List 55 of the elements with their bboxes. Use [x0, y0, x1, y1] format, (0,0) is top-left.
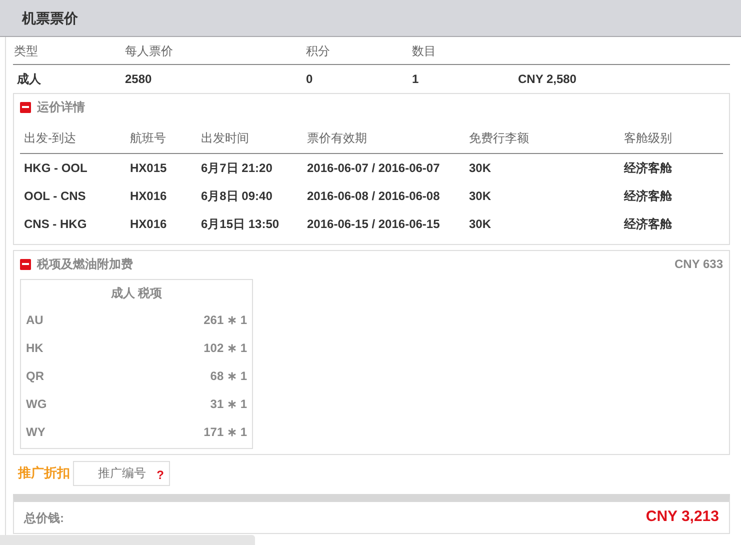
table-cell-text: 6月8日 09:40: [201, 188, 274, 205]
column-header: 出发时间: [201, 130, 250, 147]
table-cell-text: HX016: [130, 188, 168, 205]
total-amount: CNY 3,213: [646, 507, 719, 528]
section-title: 机票票价: [22, 8, 78, 28]
column-header: 票价有效期: [307, 130, 368, 147]
column-header: 出发-到达: [24, 130, 77, 147]
table-cell-text: OOL - CNS: [24, 188, 87, 205]
collapse-icon[interactable]: [20, 258, 31, 270]
column-header: 类型: [14, 42, 39, 60]
table-cell-text: CNS - HKG: [24, 216, 88, 233]
table-cell-text: HKG - OOL: [24, 160, 88, 177]
table-cell-text: 2016-06-15 / 2016-06-15: [307, 216, 441, 233]
table-cell-text: 102 ∗ 1: [204, 340, 247, 357]
table-cell-text: AU: [26, 312, 44, 329]
column-header: 积分: [306, 42, 331, 60]
table-cell-text: HX016: [130, 216, 168, 233]
column-header: 客舱级别: [624, 130, 673, 147]
table-title: 成人 税项: [110, 285, 162, 302]
table-cell-text: 2016-06-08 / 2016-06-08: [307, 188, 441, 205]
tax-amount: CNY 633: [674, 256, 723, 273]
table-cell-text: 68 ∗ 1: [210, 368, 247, 385]
table-cell-text: WY: [26, 424, 46, 441]
column-header: 免费行李额: [469, 130, 530, 147]
table-cell-text: 6月15日 13:50: [201, 216, 280, 233]
collapse-icon[interactable]: [20, 102, 31, 112]
column-header: 数目: [412, 42, 437, 60]
column-header: 每人票价: [125, 42, 174, 60]
table-cell-text: 261 ∗ 1: [204, 312, 247, 329]
table-cell-text: CNY 2,580: [518, 71, 578, 88]
table-cell-text: 经济客舱: [624, 216, 673, 233]
table-cell-text: 6月7日 21:20: [201, 160, 274, 177]
table-cell-text: 2016-06-07 / 2016-06-07: [307, 160, 441, 177]
table-cell-text: HX015: [130, 160, 168, 177]
table-cell-text: 0: [306, 71, 314, 88]
panel-title[interactable]: 税项及燃油附加费: [37, 255, 133, 273]
table-cell-text: 2580: [125, 71, 153, 88]
table-cell-text: 30K: [469, 188, 492, 205]
total-label: 总价钱:: [24, 510, 64, 526]
table-cell-text: 30K: [469, 160, 492, 177]
scrollbar[interactable]: [0, 535, 255, 545]
promo-label: 推广折扣: [18, 464, 70, 482]
column-header: 航班号: [130, 130, 167, 147]
table-cell-text: HK: [26, 340, 44, 357]
table-cell-text: 1: [412, 71, 420, 88]
panel-title[interactable]: 运价详情: [37, 98, 85, 116]
table-cell-text: 31 ∗ 1: [210, 396, 247, 413]
table-cell-text: 成人: [17, 71, 42, 88]
table-cell-text: 30K: [469, 216, 492, 233]
table-cell-text: WG: [26, 396, 47, 413]
table-cell-text: 经济客舱: [624, 188, 673, 205]
table-cell-text: 171 ∗ 1: [204, 424, 247, 441]
table-cell-text: QR: [26, 368, 44, 385]
table-cell-text: 经济客舱: [624, 160, 673, 177]
help-link[interactable]: ?: [156, 466, 164, 484]
